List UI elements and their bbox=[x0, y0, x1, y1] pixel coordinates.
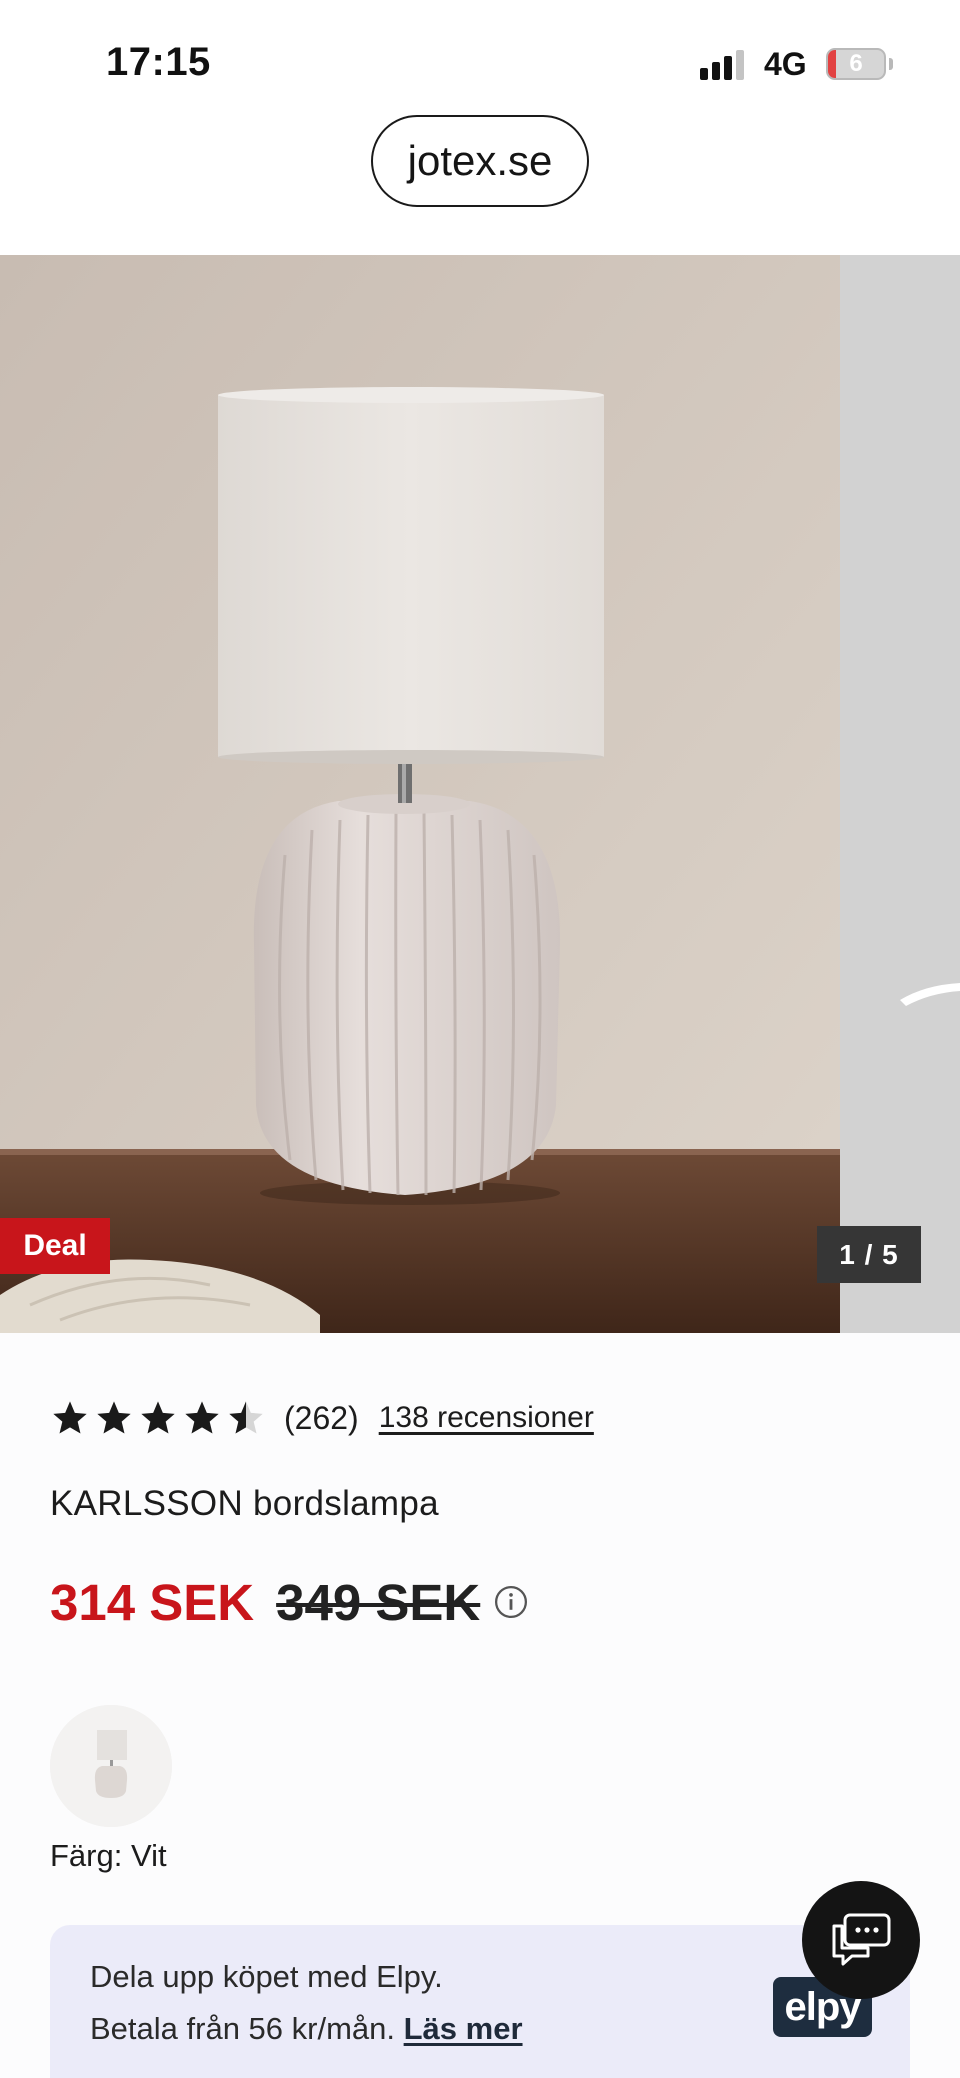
star-icon bbox=[97, 1401, 131, 1434]
battery-percentage: 6 bbox=[849, 50, 863, 77]
reviews-link[interactable]: 138 recensioner bbox=[379, 1401, 594, 1435]
url-field[interactable]: jotex.se bbox=[371, 115, 589, 207]
network-type: 4G bbox=[764, 46, 807, 82]
read-more-link[interactable]: Läs mer bbox=[404, 2011, 523, 2046]
price-old: 349 SEK bbox=[276, 1573, 481, 1631]
product-image-gallery[interactable]: Deal 1 / 5 bbox=[0, 255, 960, 1333]
battery-tip bbox=[889, 58, 893, 70]
elpy-text: Dela upp köpet med Elpy. bbox=[90, 1959, 443, 1994]
elpy-financing-banner: Dela upp köpet med Elpy. Betala från 56 … bbox=[50, 1925, 910, 2078]
star-rating bbox=[50, 1398, 266, 1438]
image-counter: 1 / 5 bbox=[817, 1226, 921, 1283]
color-swatch-white[interactable] bbox=[50, 1705, 172, 1827]
status-bar: 17:15 4G 6 bbox=[0, 0, 960, 112]
star-icon bbox=[141, 1401, 175, 1434]
next-photo-preview[interactable] bbox=[840, 255, 960, 1333]
elpy-monthly-text: Betala från 56 kr/mån. Läs mer bbox=[90, 2011, 523, 2047]
color-label: Färg: Vit bbox=[50, 1838, 167, 1873]
info-circle-icon[interactable] bbox=[494, 1585, 528, 1619]
half-star-icon bbox=[229, 1401, 263, 1434]
chat-bubble-icon bbox=[832, 1913, 891, 1966]
product-title: KARLSSON bordslampa bbox=[50, 1484, 439, 1523]
star-icon bbox=[53, 1401, 87, 1434]
product-photo[interactable] bbox=[0, 255, 840, 1333]
browser-url-bar: jotex.se bbox=[0, 112, 960, 255]
status-time: 17:15 bbox=[106, 40, 211, 84]
rating-count: (262) bbox=[284, 1399, 359, 1436]
battery-icon: 6 bbox=[826, 48, 886, 80]
cellular-signal-icon bbox=[700, 50, 748, 80]
price-row: 314 SEK 349 SEK bbox=[50, 1572, 528, 1632]
rating-row: (262) 138 recensioner bbox=[50, 1393, 594, 1443]
star-icon bbox=[185, 1401, 219, 1434]
elpy-monthly-price: Betala från 56 kr/mån. bbox=[90, 2011, 395, 2046]
lamp-thumbnail bbox=[50, 1705, 172, 1827]
chat-button[interactable] bbox=[802, 1881, 920, 1999]
price-current: 314 SEK bbox=[50, 1573, 255, 1631]
table-lamp-photo bbox=[0, 255, 840, 1333]
deal-badge: Deal bbox=[0, 1218, 110, 1274]
